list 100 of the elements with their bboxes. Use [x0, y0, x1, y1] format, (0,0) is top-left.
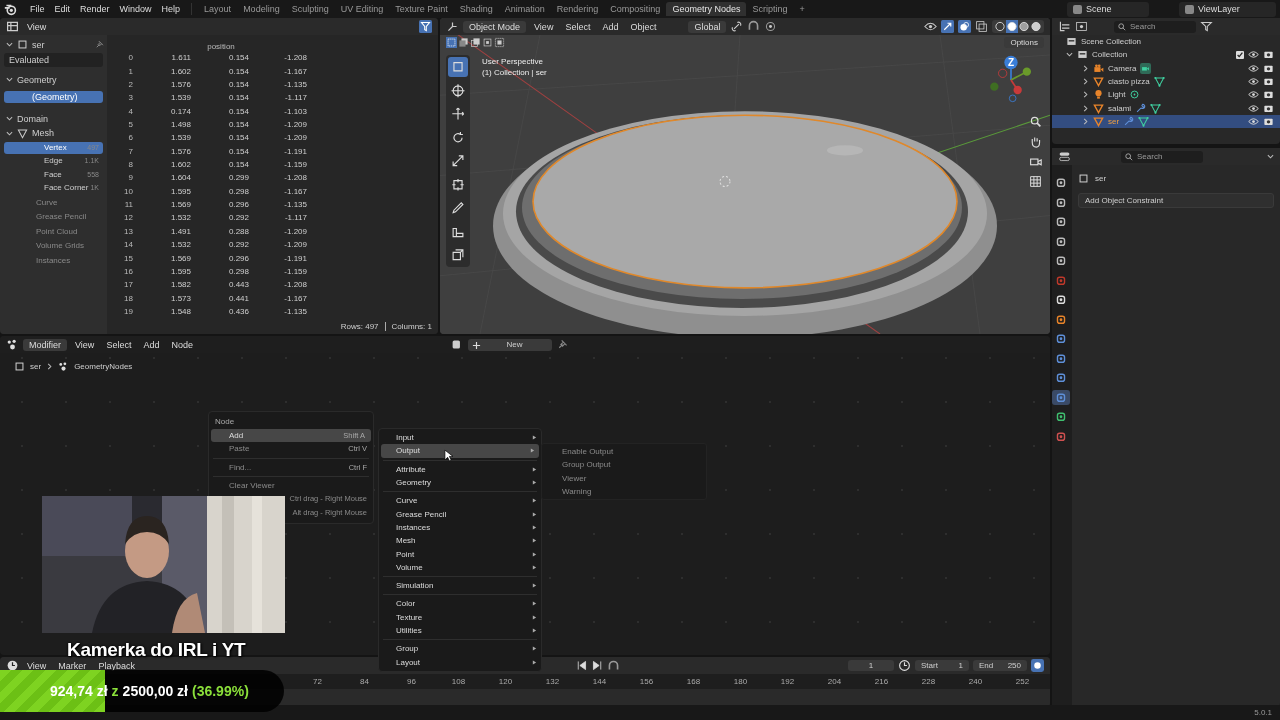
camera-icon[interactable]: [1029, 155, 1042, 168]
scene-selector[interactable]: Scene: [1067, 1, 1149, 17]
display-mode-icon[interactable]: [1058, 20, 1071, 33]
filter-icon[interactable]: [1075, 20, 1088, 33]
options-dropdown[interactable]: Options: [1004, 37, 1044, 48]
chevron-icon[interactable]: [1267, 153, 1274, 160]
menu-item[interactable]: Add: [598, 21, 623, 32]
workspace-tab[interactable]: Compositing: [604, 2, 667, 16]
visibility-icon[interactable]: [924, 20, 937, 33]
node-tree-type-dropdown[interactable]: Modifier: [23, 338, 67, 351]
menu-item[interactable]: Marker: [54, 660, 91, 671]
end-frame-field[interactable]: End 250: [973, 660, 1027, 671]
proportional-icon[interactable]: [764, 20, 778, 33]
workspace-tab[interactable]: Sculpting: [285, 2, 335, 16]
menu-item[interactable]: Playback: [94, 660, 139, 671]
menu-item[interactable]: Geometry: [379, 475, 541, 490]
shading-mode-button[interactable]: [1018, 20, 1030, 33]
add-constraint-dropdown[interactable]: Add Object Constraint: [1078, 193, 1274, 208]
workspace-tab[interactable]: Shading: [453, 2, 499, 16]
select-subtract-icon[interactable]: [470, 37, 481, 48]
zoom-icon[interactable]: [1029, 115, 1042, 128]
menu-item[interactable]: Point: [379, 547, 541, 561]
select-extend-icon[interactable]: [458, 37, 469, 48]
menu-item[interactable]: Help: [156, 4, 186, 14]
outliner-row[interactable]: ciasto pizza: [1052, 74, 1280, 89]
wrench-icon[interactable]: [1123, 115, 1135, 127]
chevron-icon[interactable]: [6, 76, 13, 84]
search-field[interactable]: Search: [1114, 20, 1196, 33]
chevron-icon[interactable]: [6, 41, 13, 48]
shading-mode-button[interactable]: [1006, 20, 1018, 33]
breadcrumb-item[interactable]: GeometryNodes: [74, 362, 133, 371]
workspace-tab[interactable]: UV Editing: [334, 2, 390, 16]
checkbox[interactable]: [1236, 50, 1244, 59]
evaluation-dropdown[interactable]: Evaluated: [4, 52, 103, 67]
workspace-tab[interactable]: Scripting: [746, 2, 794, 16]
filter-icon[interactable]: [1200, 20, 1213, 33]
new-button[interactable]: New: [468, 338, 552, 351]
menu-item[interactable]: Grease Pencil: [379, 507, 541, 521]
menu-item[interactable]: Utilities: [379, 623, 541, 638]
menu-item[interactable]: Instances: [379, 520, 541, 535]
tree-label[interactable]: Collection: [1092, 50, 1128, 60]
xray-icon[interactable]: [975, 20, 988, 33]
orientation-dropdown[interactable]: Global: [688, 20, 727, 33]
menu-item[interactable]: Object: [626, 21, 661, 32]
eye-icon[interactable]: [1248, 49, 1259, 61]
chevron-icon[interactable]: [1066, 51, 1073, 59]
add-workspace-button[interactable]: +: [793, 2, 811, 16]
grid-icon[interactable]: [1029, 175, 1042, 188]
shading-mode-button[interactable]: [1030, 20, 1042, 33]
menu-item[interactable]: Window: [114, 4, 157, 14]
select-intersect-icon[interactable]: [494, 37, 505, 48]
menu-item[interactable]: View: [23, 660, 51, 671]
link-icon[interactable]: [730, 20, 744, 33]
hand-icon[interactable]: [1029, 135, 1042, 148]
menu-item[interactable]: Render: [75, 4, 115, 14]
mesh-data-icon[interactable]: [1150, 102, 1162, 114]
workspace-tab[interactable]: Texture Paint: [389, 2, 454, 16]
mesh-data-icon[interactable]: [1138, 115, 1150, 127]
outliner-row[interactable]: Light: [1052, 88, 1280, 102]
menu-item[interactable]: View: [23, 21, 51, 32]
view-layer-selector[interactable]: ViewLayer: [1179, 1, 1276, 17]
workspace-tab[interactable]: Rendering: [550, 2, 605, 16]
select-tool-icon[interactable]: [448, 57, 468, 77]
menu-item[interactable]: Node: [167, 339, 197, 350]
workspace-tab[interactable]: Geometry Nodes: [666, 2, 747, 16]
constraint-tab-icon[interactable]: [1052, 389, 1070, 405]
geometry-item[interactable]: (Geometry): [4, 90, 103, 103]
editor-type-icon[interactable]: [6, 20, 19, 33]
workspace-tab[interactable]: Layout: [198, 2, 238, 16]
menu-item[interactable]: View: [71, 339, 99, 350]
menu-item[interactable]: Mesh: [379, 534, 541, 548]
menu-item[interactable]: Color: [379, 597, 541, 611]
eye-icon[interactable]: [1248, 76, 1259, 88]
mesh-data-icon[interactable]: [1153, 76, 1165, 88]
menu-item[interactable]: Add: [139, 339, 164, 350]
gizmo-toggle-icon[interactable]: [941, 20, 954, 33]
snap-icon[interactable]: [747, 20, 761, 33]
pin-icon[interactable]: [556, 338, 569, 351]
shading-mode-button[interactable]: [994, 20, 1006, 33]
eye-icon[interactable]: [1248, 115, 1259, 127]
search-field[interactable]: Search: [1121, 150, 1203, 163]
app-logo-icon[interactable]: [4, 2, 17, 16]
eye-icon[interactable]: [1248, 102, 1259, 114]
menu-item[interactable]: View: [530, 21, 558, 32]
light-data-icon[interactable]: [1129, 89, 1141, 101]
editor-type-icon[interactable]: [6, 338, 19, 351]
menu-item[interactable]: Curve: [379, 494, 541, 508]
wrench-icon[interactable]: [1135, 102, 1147, 114]
menu-item[interactable]: Group: [379, 642, 541, 656]
menu-item[interactable]: File: [25, 4, 50, 14]
menu-item[interactable]: Attribute: [379, 462, 541, 476]
editor-type-icon[interactable]: [446, 20, 459, 33]
jump-forward-icon[interactable]: [590, 659, 604, 672]
menu-item[interactable]: Edit: [49, 4, 76, 14]
editor-type-icon[interactable]: [6, 659, 19, 672]
mode-dropdown[interactable]: Object Mode: [463, 20, 527, 33]
pin-icon[interactable]: [94, 39, 105, 50]
keying-icon[interactable]: [606, 659, 620, 672]
render-camera-icon[interactable]: [1263, 76, 1274, 88]
render-camera-icon[interactable]: [1263, 89, 1274, 101]
